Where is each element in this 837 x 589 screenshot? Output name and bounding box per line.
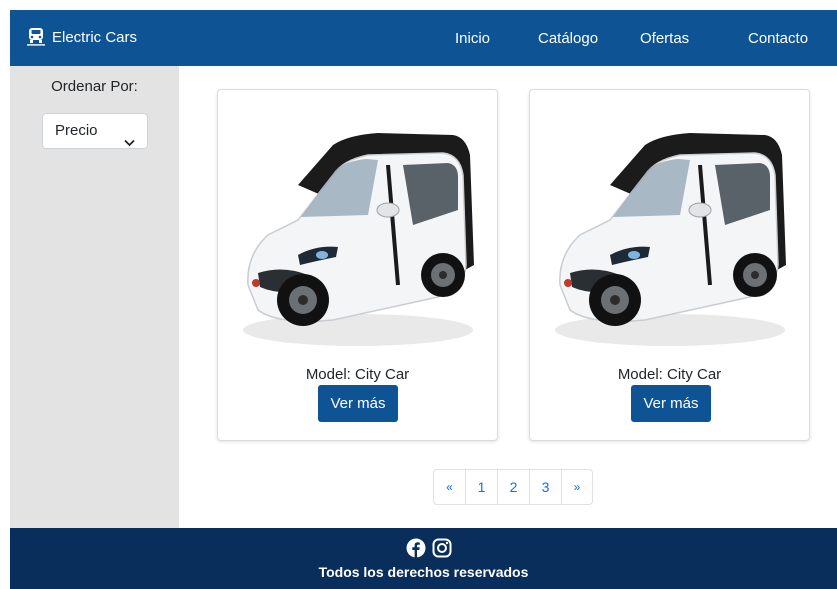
brand-name: Electric Cars xyxy=(52,28,138,46)
nav-catalogo[interactable]: Catálogo xyxy=(538,30,598,47)
footer-copyright: Todos los derechos reservados xyxy=(318,564,529,580)
product-title: Model: City Car xyxy=(617,366,722,383)
chevron-down-icon xyxy=(124,126,135,160)
pagination-prev[interactable]: « xyxy=(433,469,466,505)
nav-contacto[interactable]: Contacto xyxy=(748,30,808,47)
ver-mas-button[interactable]: Ver más xyxy=(631,385,711,422)
sort-label: Ordenar Por: xyxy=(51,78,138,95)
facebook-icon[interactable] xyxy=(406,538,426,558)
product-card: Model: City Car Ver más xyxy=(529,89,810,441)
pagination-next[interactable]: » xyxy=(561,469,593,505)
nav-ofertas[interactable]: Ofertas xyxy=(640,30,689,47)
instagram-icon[interactable] xyxy=(432,538,452,558)
product-title: Model: City Car xyxy=(305,366,410,383)
product-card: Model: City Car Ver más xyxy=(217,89,498,441)
brand-link[interactable]: Electric Cars xyxy=(27,27,137,47)
sidebar: Ordenar Por: Precio xyxy=(10,66,179,528)
ver-mas-button[interactable]: Ver más xyxy=(318,385,398,422)
product-image xyxy=(238,115,478,350)
product-image xyxy=(550,115,790,350)
pagination: « 1 2 3 » xyxy=(433,469,593,505)
navbar: Electric Cars Inicio Catálogo Ofertas Co… xyxy=(10,10,837,66)
sort-select-value: Precio xyxy=(55,122,98,139)
pagination-page-3[interactable]: 3 xyxy=(529,469,562,505)
sort-select[interactable]: Precio xyxy=(42,113,148,149)
pagination-page-1[interactable]: 1 xyxy=(465,469,498,505)
footer: Todos los derechos reservados xyxy=(10,528,837,589)
social-links xyxy=(406,538,452,558)
pagination-page-2[interactable]: 2 xyxy=(497,469,530,505)
nav-inicio[interactable]: Inicio xyxy=(455,30,490,47)
car-icon xyxy=(27,27,45,47)
